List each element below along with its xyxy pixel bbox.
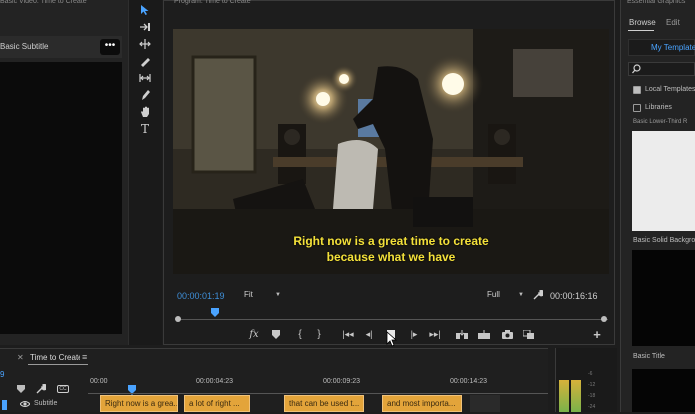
- snap-icon[interactable]: [17, 385, 25, 395]
- more-dots-icon[interactable]: •••: [100, 39, 120, 55]
- ruler-label: 00:00:09:23: [323, 378, 360, 385]
- add-button-icon[interactable]: +: [590, 327, 604, 342]
- go-to-in-icon[interactable]: |◂◂: [341, 327, 355, 341]
- selection-icon[interactable]: [137, 3, 153, 17]
- timeline-menu-icon[interactable]: ≡: [82, 352, 87, 362]
- source-panel: Basic Video: Time to Create Basic Subtit…: [0, 0, 128, 345]
- step-back-icon[interactable]: ◂|: [363, 327, 375, 341]
- local-templates-label: Local Templates: [645, 86, 695, 93]
- captions-icon[interactable]: CC: [57, 385, 69, 393]
- program-scrubber[interactable]: [175, 306, 608, 324]
- zoom-value: Fit: [244, 290, 253, 299]
- ruler-label: 00:00: [90, 378, 108, 385]
- eg-search-field[interactable]: [628, 62, 695, 76]
- type-icon[interactable]: T: [137, 122, 153, 136]
- timeline-ruler[interactable]: 00:00 00:00:04:23 00:00:09:23 00:00:14:2…: [88, 374, 548, 394]
- fx-icon[interactable]: fx: [248, 327, 260, 341]
- scrubber-end-handle[interactable]: [601, 316, 607, 322]
- chevron-down-icon: ▼: [275, 292, 281, 298]
- eg-panel-title: Essential Graphics: [627, 0, 686, 5]
- wrench-icon[interactable]: [532, 289, 544, 301]
- zoom-select[interactable]: Fit ▼: [244, 289, 284, 301]
- razor-icon[interactable]: [137, 54, 153, 68]
- ruler-label: 00:00:04:23: [196, 378, 233, 385]
- timeline-tab[interactable]: Time to Create: [30, 352, 80, 364]
- overwrite-icon[interactable]: [477, 327, 491, 341]
- template-item-label: Basic Solid Backgrou: [633, 237, 695, 244]
- caption-clip[interactable]: Right now is a grea...: [100, 395, 178, 412]
- program-timecode-duration: 00:00:16:16: [550, 291, 598, 301]
- eye-icon[interactable]: [19, 400, 31, 410]
- clip-gap: [470, 395, 500, 412]
- track-label: Subtitle: [34, 400, 58, 407]
- caption-line-1: Right now is a great time to create: [293, 234, 489, 248]
- templates-dropdown[interactable]: My Templates: [628, 39, 695, 56]
- tools-panel: [128, 0, 162, 345]
- template-thumbnail[interactable]: [632, 131, 695, 231]
- libraries-label: Libraries: [645, 104, 672, 111]
- compare-icon[interactable]: [521, 327, 535, 341]
- resolution-value: Full: [487, 290, 500, 299]
- scrubber-playhead[interactable]: [210, 308, 219, 317]
- caption-line-2: because what we have: [326, 250, 456, 264]
- pen-icon[interactable]: [137, 88, 153, 102]
- slip-icon[interactable]: [137, 71, 153, 85]
- meter-bar: [559, 380, 569, 412]
- go-to-out-icon[interactable]: ▸▸|: [428, 327, 442, 341]
- scrubber-track: [176, 319, 608, 320]
- local-templates-checkbox[interactable]: Local Templates: [633, 84, 695, 96]
- program-title: Program: Time to Create: [174, 0, 251, 5]
- template-thumbnail[interactable]: [632, 250, 695, 346]
- timeline-tab-underline: [28, 364, 88, 365]
- caption-clip[interactable]: a lot of right ...: [184, 395, 250, 412]
- track-toggle-icon[interactable]: [2, 400, 7, 410]
- program-timecode-current[interactable]: 00:00:01:19: [177, 290, 247, 302]
- source-viewer: [0, 62, 122, 334]
- checkbox-empty-icon: [633, 104, 641, 112]
- caption-clip[interactable]: that can be used t...: [284, 395, 364, 412]
- audio-meter: -6 -12 -18 -24: [555, 348, 617, 412]
- caption-clip[interactable]: and most importa...: [382, 395, 462, 412]
- track-select-icon[interactable]: [137, 20, 153, 34]
- hand-icon[interactable]: [137, 105, 153, 119]
- mark-in-icon[interactable]: {: [294, 327, 306, 341]
- libraries-checkbox[interactable]: Libraries: [633, 102, 695, 114]
- template-item-label: Basic Lower-Third R: [633, 119, 688, 125]
- timeline-close-icon[interactable]: ✕: [17, 353, 24, 362]
- mouse-cursor-icon: [386, 331, 398, 347]
- meter-bar: [571, 380, 581, 412]
- camera-icon[interactable]: [500, 327, 514, 341]
- chevron-down-icon: ▼: [518, 292, 524, 298]
- resolution-select[interactable]: Full ▼: [487, 289, 527, 301]
- template-item-label: Basic Title: [633, 353, 665, 360]
- source-panel-tab[interactable]: Basic Video: Time to Create: [0, 0, 122, 6]
- work-area-bar: [88, 393, 548, 394]
- add-marker-icon[interactable]: [270, 327, 282, 341]
- mark-out-icon[interactable]: }: [313, 327, 325, 341]
- source-clip-label: Basic Subtitle: [0, 42, 49, 51]
- step-forward-icon[interactable]: |▸: [408, 327, 420, 341]
- scrubber-start-handle[interactable]: [175, 316, 181, 322]
- meter-scale: -6 -12 -18 -24: [588, 371, 596, 410]
- checkbox-checked-icon: [633, 86, 641, 94]
- templates-dropdown-label: My Templates: [651, 43, 695, 52]
- template-thumbnail[interactable]: [632, 369, 695, 412]
- search-icon: [632, 64, 641, 76]
- ruler-label: 00:00:14:23: [450, 378, 487, 385]
- tab-browse[interactable]: Browse: [629, 17, 657, 29]
- timeline-timecode[interactable]: 9: [0, 370, 10, 380]
- ripple-edit-icon[interactable]: [137, 37, 153, 51]
- tab-edit[interactable]: Edit: [666, 17, 686, 29]
- insert-icon[interactable]: [455, 327, 469, 341]
- tab-browse-underline: [628, 30, 654, 31]
- linked-selection-icon[interactable]: [36, 383, 48, 396]
